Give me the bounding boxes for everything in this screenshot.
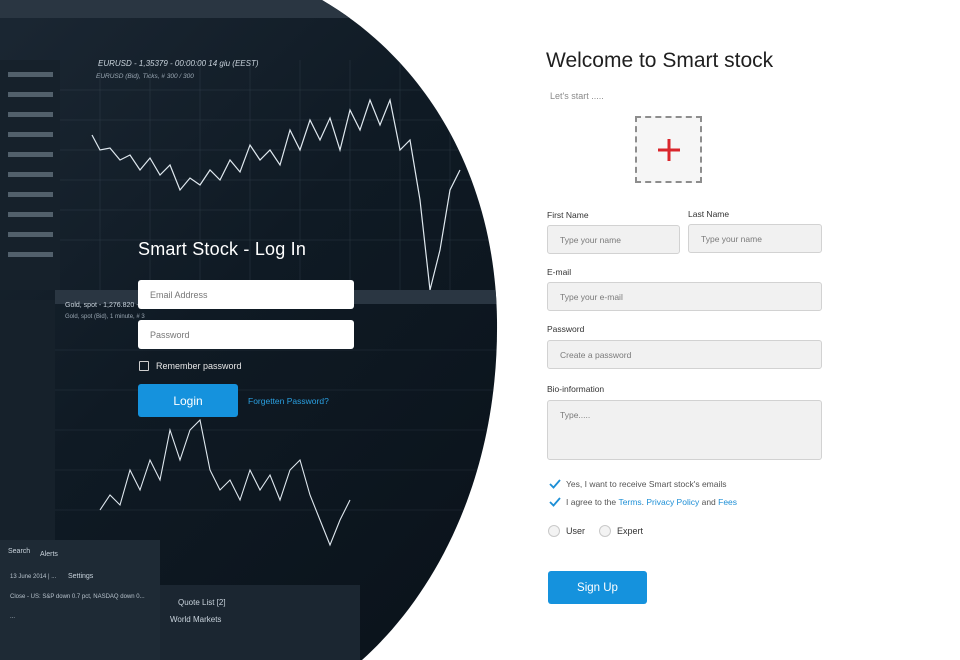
user-radio[interactable] bbox=[548, 525, 560, 537]
fees-link[interactable]: Fees bbox=[718, 497, 737, 507]
agree-terms-checkbox[interactable]: I agree to the Terms. Privacy Policy and… bbox=[549, 497, 737, 507]
first-name-input[interactable] bbox=[547, 225, 680, 254]
login-title: Smart Stock - Log In bbox=[138, 239, 307, 259]
and-text: and bbox=[699, 497, 719, 507]
forgot-password-link[interactable]: Forgetten Password? bbox=[248, 396, 329, 406]
email-label: E-mail bbox=[547, 267, 572, 277]
password-input[interactable] bbox=[547, 340, 822, 369]
svg-text:...: ... bbox=[10, 614, 15, 620]
expert-radio[interactable] bbox=[599, 525, 612, 537]
agree-prefix-text: I agree to the bbox=[566, 497, 619, 507]
svg-text:EURUSD (Bid), Ticks, # 300 / 3: EURUSD (Bid), Ticks, # 300 / 300 bbox=[96, 73, 194, 80]
remember-password-checkbox[interactable]: Remember password bbox=[139, 361, 242, 371]
trading-background: EURUSD - 1,35379 - 00:00:00 14 giu (EEST… bbox=[0, 0, 500, 660]
last-name-label: Last Name bbox=[688, 209, 730, 219]
checkbox-icon[interactable] bbox=[139, 361, 149, 371]
terms-link[interactable]: Terms bbox=[618, 497, 641, 507]
user-radio-label: User bbox=[566, 526, 586, 536]
password-label: Password bbox=[547, 324, 585, 334]
checkmark-icon[interactable] bbox=[549, 497, 561, 507]
expert-radio-label: Expert bbox=[617, 526, 644, 536]
role-radio-group: User Expert bbox=[548, 525, 657, 537]
first-name-label: First Name bbox=[547, 210, 589, 220]
signup-title: Welcome to Smart stock bbox=[546, 49, 774, 72]
login-email-input[interactable] bbox=[138, 280, 354, 309]
signup-button[interactable]: Sign Up bbox=[548, 571, 647, 604]
login-password-input[interactable] bbox=[138, 320, 354, 349]
last-name-input[interactable] bbox=[688, 224, 822, 253]
bio-label: Bio-information bbox=[547, 384, 605, 394]
signup-subtitle: Let's start ..... bbox=[550, 91, 604, 101]
svg-text:Alerts: Alerts bbox=[40, 551, 58, 558]
emails-checkbox-label: Yes, I want to receive Smart stock's ema… bbox=[566, 479, 727, 489]
svg-text:Gold, spot (Bid), 1 minute, #: Gold, spot (Bid), 1 minute, # 3 bbox=[65, 314, 145, 320]
svg-text:Settings: Settings bbox=[68, 573, 94, 580]
privacy-policy-link[interactable]: Privacy Policy bbox=[646, 497, 699, 507]
email-input[interactable] bbox=[547, 282, 822, 311]
emails-checkbox[interactable]: Yes, I want to receive Smart stock's ema… bbox=[549, 479, 727, 489]
bio-textarea[interactable] bbox=[547, 400, 822, 460]
checkmark-icon[interactable] bbox=[549, 479, 561, 489]
remember-password-label: Remember password bbox=[156, 361, 242, 371]
svg-text:World Markets: World Markets bbox=[170, 615, 221, 624]
photo-upload-button[interactable] bbox=[635, 116, 702, 183]
login-button[interactable]: Login bbox=[138, 384, 238, 417]
plus-icon bbox=[657, 138, 680, 161]
svg-text:Close - US: S&P down 0.7 pct,: Close - US: S&P down 0.7 pct, NASDAQ dow… bbox=[10, 594, 145, 600]
svg-text:13 June 2014 | ...: 13 June 2014 | ... bbox=[10, 574, 57, 580]
svg-text:Search: Search bbox=[8, 548, 30, 555]
svg-text:EURUSD - 1,35379 - 00:00:00 14: EURUSD - 1,35379 - 00:00:00 14 giu (EEST… bbox=[98, 59, 259, 68]
svg-text:Quote List [2]: Quote List [2] bbox=[178, 598, 226, 607]
